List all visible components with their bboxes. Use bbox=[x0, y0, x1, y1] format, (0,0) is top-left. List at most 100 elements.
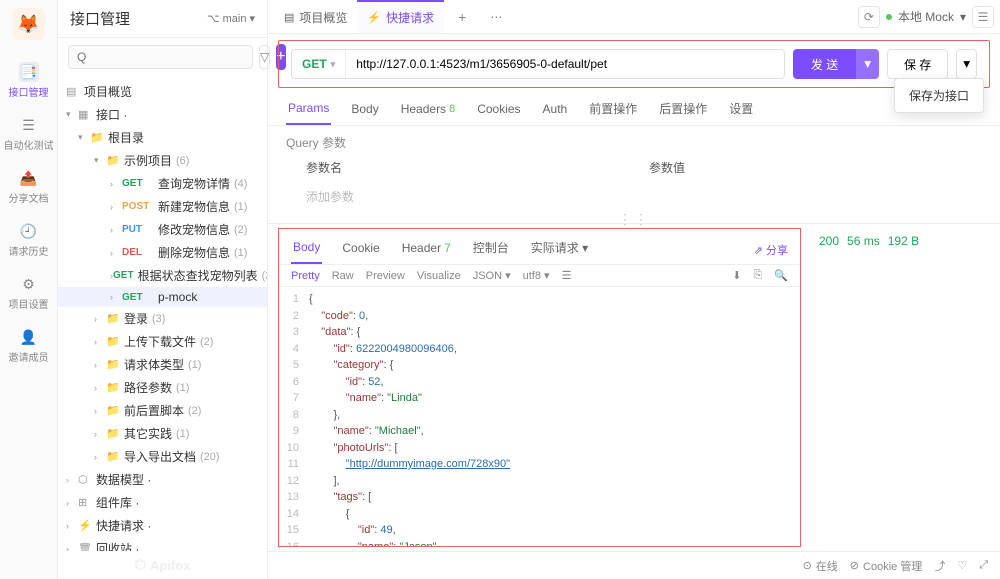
cookie-manage[interactable]: ⊘Cookie 管理 bbox=[850, 558, 923, 574]
rail-icon: 📤 bbox=[19, 168, 39, 188]
tab-more[interactable]: ⋯ bbox=[480, 10, 512, 24]
rail-item-接口管理[interactable]: 📑接口管理 bbox=[4, 54, 54, 107]
save-button[interactable]: 保 存 bbox=[887, 49, 948, 79]
rail-icon: ⚙ bbox=[19, 274, 39, 294]
reqtab-后置操作[interactable]: 后置操作 bbox=[657, 96, 709, 125]
tab-快捷请求[interactable]: ⚡快捷请求 bbox=[357, 0, 444, 33]
tree-api-root[interactable]: ▾▦接口 · bbox=[58, 103, 267, 126]
chevron-down-icon: ▾ bbox=[960, 10, 966, 24]
expand-icon[interactable]: ⤢ bbox=[979, 559, 988, 572]
tab-项目概览[interactable]: ▤项目概览 bbox=[274, 0, 357, 33]
toolbar-action-0[interactable]: ⬇ bbox=[732, 269, 741, 282]
rail-icon: 🕘 bbox=[19, 221, 39, 241]
reqtab-Cookies[interactable]: Cookies bbox=[475, 96, 522, 125]
env-selector[interactable]: 本地 Mock bbox=[898, 8, 954, 25]
rail-item-请求历史[interactable]: 🕘请求历史 bbox=[4, 213, 54, 266]
menu-button[interactable]: ☰ bbox=[972, 6, 994, 28]
sidebar-title: 接口管理 bbox=[70, 8, 130, 29]
tree-endpoint-删除宠物信息[interactable]: ›DEL删除宠物信息(1) bbox=[58, 241, 267, 264]
splitter[interactable]: ⋮⋮ bbox=[268, 215, 1000, 223]
tab-add[interactable]: + bbox=[448, 9, 476, 25]
tree-endpoint-p-mock[interactable]: ›GETp-mock bbox=[58, 287, 267, 307]
toolbar-Preview[interactable]: Preview bbox=[366, 270, 405, 282]
status-bar: ⊙在线 ⊘Cookie 管理 ⤴ ♡ ⤢ bbox=[268, 551, 1000, 579]
tree-overview[interactable]: ▤项目概览 bbox=[58, 80, 267, 103]
col-param-value: 参数值 bbox=[649, 159, 982, 176]
resptab-Body[interactable]: Body bbox=[291, 236, 322, 264]
response-body[interactable]: 1{2 "code": 0,3 "data": {4 "id": 6222004… bbox=[279, 287, 800, 546]
online-status[interactable]: ⊙在线 bbox=[803, 558, 838, 574]
tree-root-dir[interactable]: ▾📁根目录 bbox=[58, 126, 267, 149]
resptab-Header[interactable]: Header7 bbox=[400, 237, 453, 263]
tree-回收站[interactable]: ›🗑回收站 · bbox=[58, 537, 267, 551]
rail-item-分享文档[interactable]: 📤分享文档 bbox=[4, 160, 54, 213]
send-dropdown[interactable]: ▾ bbox=[856, 49, 879, 79]
search-input[interactable] bbox=[68, 45, 253, 69]
tab-icon: ▤ bbox=[284, 11, 294, 24]
rail-icon: 👤 bbox=[19, 327, 39, 347]
refresh-button[interactable]: ⟳ bbox=[858, 6, 880, 28]
tree-endpoint-修改宠物信息[interactable]: ›PUT修改宠物信息(2) bbox=[58, 218, 267, 241]
tree-example-proj[interactable]: ▾📁示例项目(6) bbox=[58, 149, 267, 172]
col-param-name: 参数名 bbox=[286, 159, 639, 176]
rail-icon: ☰ bbox=[19, 115, 39, 135]
upload-icon[interactable]: ⤴ bbox=[934, 558, 945, 574]
resptab-控制台[interactable]: 控制台 bbox=[471, 235, 511, 264]
reqtab-Headers[interactable]: Headers8 bbox=[399, 96, 457, 125]
toolbar-action-1[interactable]: ⎘ bbox=[753, 269, 762, 282]
tree-folder-登录[interactable]: ›📁登录(3) bbox=[58, 307, 267, 330]
toolbar-Raw[interactable]: Raw bbox=[332, 270, 354, 282]
app-logo: 🦊 bbox=[13, 8, 45, 40]
url-input[interactable] bbox=[346, 57, 784, 71]
tree-folder-路径参数[interactable]: ›📁路径参数(1) bbox=[58, 376, 267, 399]
tree-快捷请求[interactable]: ›⚡快捷请求 · bbox=[58, 514, 267, 537]
resptab-Cookie[interactable]: Cookie bbox=[340, 237, 381, 263]
tree-folder-请求体类型[interactable]: ›📁请求体类型(1) bbox=[58, 353, 267, 376]
main-area: ▤项目概览⚡快捷请求 + ⋯ ⟳ 本地 Mock ▾ ☰ GET▾ 发 送 ▾ bbox=[268, 0, 1000, 579]
reqtab-Params[interactable]: Params bbox=[286, 96, 331, 125]
query-title: Query 参数 bbox=[286, 134, 982, 151]
save-dropdown[interactable]: ▾ bbox=[956, 49, 977, 79]
editor-tabs: ▤项目概览⚡快捷请求 + ⋯ ⟳ 本地 Mock ▾ ☰ bbox=[268, 0, 1000, 34]
rail-item-自动化测试[interactable]: ☰自动化测试 bbox=[4, 107, 54, 160]
sidebar: 接口管理 ⌥ main ▾ ▽ + ▤项目概览▾▦接口 ·▾📁根目录▾📁示例项目… bbox=[58, 0, 268, 579]
share-button[interactable]: ⇗ 分享 bbox=[754, 242, 788, 258]
toolbar-Visualize[interactable]: Visualize bbox=[417, 270, 461, 282]
rail-item-邀请成员[interactable]: 👤邀请成员 bbox=[4, 319, 54, 372]
tree-endpoint-根据状态查找宠物列表[interactable]: ›GET根据状态查找宠物列表(2) bbox=[58, 264, 267, 287]
tab-icon: ⚡ bbox=[367, 11, 381, 24]
branch-selector[interactable]: ⌥ main ▾ bbox=[207, 12, 255, 25]
tree-folder-上传下载文件[interactable]: ›📁上传下载文件(2) bbox=[58, 330, 267, 353]
tree-组件库[interactable]: ›⊞组件库 · bbox=[58, 491, 267, 514]
tree-folder-导入导出文档[interactable]: ›📁导入导出文档(20) bbox=[58, 445, 267, 468]
add-param-row[interactable]: 添加参数 bbox=[286, 182, 982, 211]
tree-folder-前后置脚本[interactable]: ›📁前后置脚本(2) bbox=[58, 399, 267, 422]
resptab-实际请求[interactable]: 实际请求 ▾ bbox=[529, 235, 590, 264]
rail-icon: 📑 bbox=[19, 62, 39, 82]
watermark: ⬡Apifox bbox=[58, 551, 267, 579]
env-status-dot bbox=[886, 14, 892, 20]
tree-folder-其它实践[interactable]: ›📁其它实践(1) bbox=[58, 422, 267, 445]
reqtab-Auth[interactable]: Auth bbox=[541, 96, 570, 125]
rail-item-项目设置[interactable]: ⚙项目设置 bbox=[4, 266, 54, 319]
toolbar-JSON[interactable]: JSON ▾ bbox=[473, 269, 511, 282]
chevron-down-icon: ▾ bbox=[249, 12, 255, 25]
reqtab-设置[interactable]: 设置 bbox=[727, 96, 755, 125]
response-stats: 200 56 ms 192 B bbox=[805, 224, 1000, 551]
toolbar-Pretty[interactable]: Pretty bbox=[291, 270, 320, 282]
nav-rail: 🦊 📑接口管理☰自动化测试📤分享文档🕘请求历史⚙项目设置👤邀请成员 bbox=[0, 0, 58, 579]
trash-icon[interactable]: ♡ bbox=[957, 559, 967, 572]
format-icon[interactable]: ☰ bbox=[562, 269, 572, 282]
reqtab-Body[interactable]: Body bbox=[349, 96, 380, 125]
reqtab-前置操作[interactable]: 前置操作 bbox=[587, 96, 639, 125]
branch-icon: ⌥ bbox=[207, 12, 220, 25]
toolbar-utf8[interactable]: utf8 ▾ bbox=[523, 269, 550, 282]
tree-endpoint-查询宠物详情[interactable]: ›GET查询宠物详情(4) bbox=[58, 172, 267, 195]
toolbar-action-2[interactable]: 🔍 bbox=[774, 269, 788, 282]
tree-数据模型[interactable]: ›⬡数据模型 · bbox=[58, 468, 267, 491]
send-button[interactable]: 发 送 bbox=[793, 49, 856, 79]
method-selector[interactable]: GET▾ bbox=[292, 50, 346, 78]
save-as-popup[interactable]: 保存为接口 bbox=[894, 78, 984, 113]
request-bar: GET▾ 发 送 ▾ 保 存 ▾ bbox=[278, 40, 990, 88]
tree-endpoint-新建宠物信息[interactable]: ›POST新建宠物信息(1) bbox=[58, 195, 267, 218]
